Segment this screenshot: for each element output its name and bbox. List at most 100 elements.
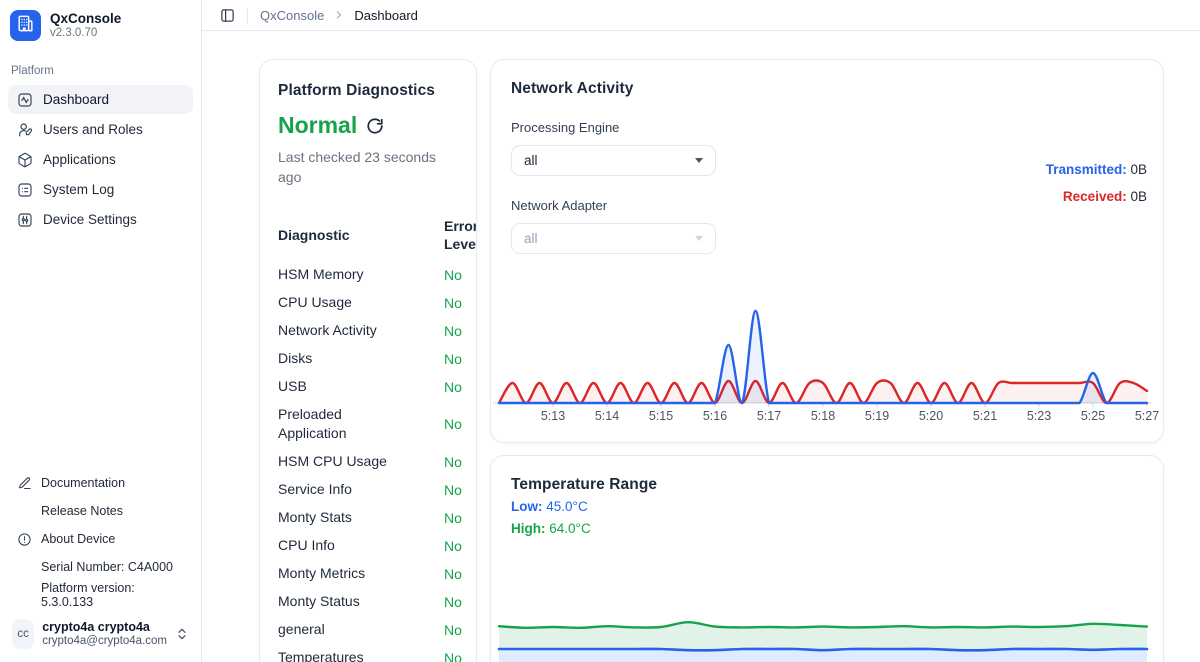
sidebar-item-device-settings[interactable]: Device Settings [8,205,193,234]
sidebar-footer-item-platform-version: Platform version: 5.3.0.133 [8,582,193,608]
sidebar-item-applications[interactable]: Applications [8,145,193,174]
breadcrumb-root[interactable]: QxConsole [260,8,324,23]
diagnostic-error-level: No [444,379,476,395]
sidebar-footer-item-release-notes[interactable]: Release Notes [8,498,193,524]
footer-item-label: Platform version: 5.3.0.133 [41,581,184,609]
diagnostic-row: Monty StatusNo [278,592,476,611]
svg-text:5:15: 5:15 [649,409,673,423]
high-value: 64.0°C [549,521,590,536]
svg-text:5:14: 5:14 [595,409,619,423]
diagnostic-error-level: No [444,267,476,283]
chevron-right-icon [333,9,345,21]
main-area: QxConsole Dashboard Platform Diagnostics… [202,0,1200,662]
applications-icon [17,152,33,168]
user-menu[interactable]: cc crypto4a crypto4a crypto4a@crypto4a.c… [8,614,193,654]
processing-engine-value: all [524,153,538,168]
svg-text:5:21: 5:21 [973,409,997,423]
footer-item-label: Documentation [41,476,125,490]
diagnostic-error-level: No [444,650,476,662]
diagnostic-error-level: No [444,351,476,367]
device-settings-icon [17,212,33,228]
sidebar-footer: Documentation Release Notes About Device Se… [8,470,193,608]
temperature-title: Temperature Range [511,476,1143,494]
sidebar-toggle-button[interactable] [220,8,235,23]
svg-text:5:16: 5:16 [703,409,727,423]
sidebar-item-dashboard[interactable]: Dashboard [8,85,193,114]
breadcrumb-current: Dashboard [354,8,418,23]
about-icon [17,532,32,547]
svg-text:5:18: 5:18 [811,409,835,423]
network-chart: 5:135:145:155:165:175:185:195:205:215:23… [493,293,1163,434]
diagnostic-row: Monty MetricsNo [278,564,476,583]
temperature-low: Low: 45.0°C [511,499,1143,514]
svg-text:5:17: 5:17 [757,409,781,423]
diagnostic-row: USBNo [278,377,476,396]
diagnostic-name: Network Activity [278,321,444,340]
network-activity-card: Network Activity Processing Engine all N… [490,59,1164,443]
refresh-icon[interactable] [366,117,384,135]
diagnostic-row: Network ActivityNo [278,321,476,340]
temperature-chart [493,589,1163,662]
diagnostic-row: CPU UsageNo [278,293,476,312]
chevrons-up-down-icon [175,627,189,641]
diagnostic-name: HSM Memory [278,265,444,284]
transmitted-stat: Transmitted: 0B [1046,156,1147,183]
diagnostic-row: CPU InfoNo [278,536,476,555]
documentation-icon [17,476,32,491]
building-icon [16,14,35,38]
diagnostic-name: Temperatures [278,648,444,662]
svg-text:5:23: 5:23 [1027,409,1051,423]
user-email: crypto4a@crypto4a.com [42,635,167,648]
footer-item-label: About Device [41,532,115,546]
diagnostic-row: Service InfoNo [278,480,476,499]
received-stat: Received: 0B [1046,183,1147,210]
app-name: QxConsole [50,11,121,27]
received-label: Received: [1063,189,1127,204]
footer-item-label: Serial Number: C4A000 [41,560,173,574]
sidebar-item-label: Dashboard [43,92,109,107]
diagnostic-name: Monty Status [278,592,444,611]
diagnostics-table: Diagnostic Error Level HSM MemoryNoCPU U… [278,217,476,662]
svg-text:5:13: 5:13 [541,409,565,423]
diagnostic-error-level: No [444,323,476,339]
column-header-error-level: Error Level [444,217,477,253]
diagnostic-error-level: No [444,538,476,554]
sidebar-section-label: Platform [11,65,193,77]
diagnostic-error-level: No [444,295,476,311]
footer-item-label: Release Notes [41,504,123,518]
diagnostics-table-header: Diagnostic Error Level [278,217,476,253]
diagnostic-row: Preloaded ApplicationNo [278,405,476,443]
processing-engine-label: Processing Engine [511,120,1143,135]
app-version: v2.3.0.70 [50,27,121,40]
topbar-divider [247,8,248,23]
low-label: Low: [511,499,543,514]
svg-text:5:19: 5:19 [865,409,889,423]
network-stats: Transmitted: 0B Received: 0B [1046,156,1147,210]
processing-engine-select[interactable]: all [511,145,716,176]
temperature-high: High: 64.0°C [511,521,1143,536]
diagnostic-name: USB [278,377,444,396]
network-adapter-value: all [524,231,538,246]
system-log-icon [17,182,33,198]
sidebar-item-system-log[interactable]: System Log [8,175,193,204]
diagnostic-name: CPU Usage [278,293,444,312]
diagnostic-row: HSM CPU UsageNo [278,452,476,471]
sidebar-footer-item-documentation[interactable]: Documentation [8,470,193,496]
platform-diagnostics-card: Platform Diagnostics Normal Last checked… [259,59,477,662]
diagnostic-name: general [278,620,444,639]
sidebar-item-users-and-roles[interactable]: Users and Roles [8,115,193,144]
diagnostic-name: Disks [278,349,444,368]
diagnostic-error-level: No [444,416,476,432]
sidebar-item-label: Users and Roles [43,122,143,137]
diagnostic-row: HSM MemoryNo [278,265,476,284]
diagnostic-row: Monty StatsNo [278,508,476,527]
diagnostic-row: DisksNo [278,349,476,368]
diagnostic-error-level: No [444,510,476,526]
sidebar-item-label: Applications [43,152,116,167]
sidebar-footer-item-serial-number: Serial Number: C4A000 [8,554,193,580]
sidebar-footer-item-about-device[interactable]: About Device [8,526,193,552]
dashboard-icon [17,92,33,108]
network-title: Network Activity [511,80,1143,98]
diagnostic-error-level: No [444,594,476,610]
diagnostic-error-level: No [444,566,476,582]
